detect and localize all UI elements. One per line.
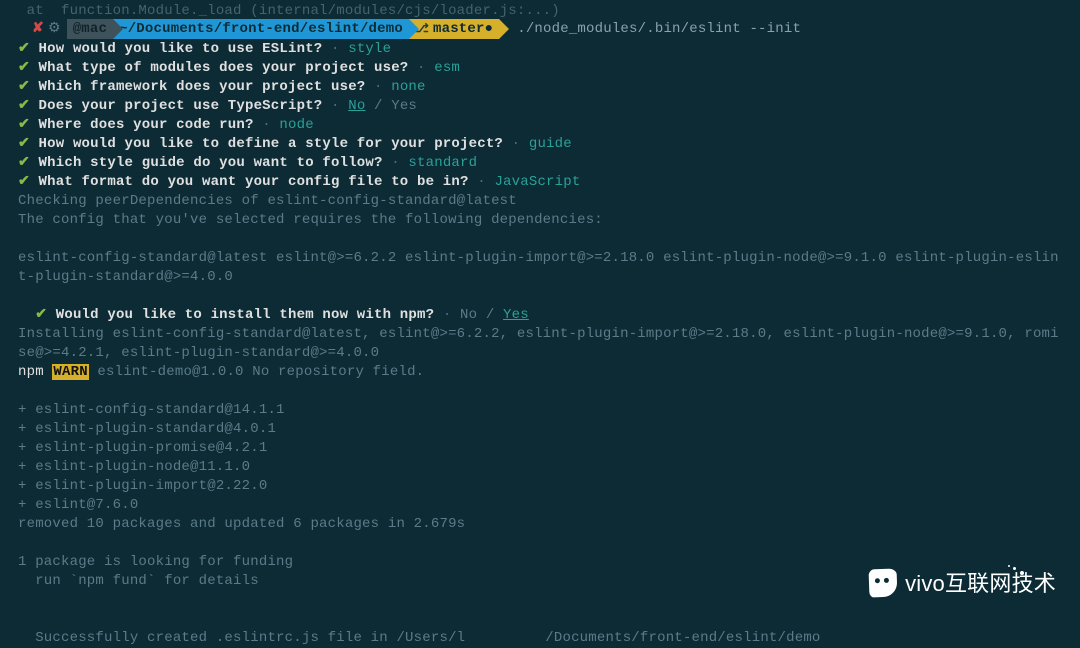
- cwd-segment: ~/Documents/front-end/eslint/demo: [113, 19, 409, 39]
- output-line: + eslint-plugin-standard@4.0.1: [18, 420, 1062, 439]
- prompt-question: Which framework does your project use?: [39, 79, 366, 95]
- output-line: removed 10 packages and updated 6 packag…: [18, 515, 1062, 534]
- redacted-text: [515, 631, 545, 643]
- npm-label: npm: [18, 364, 44, 380]
- output-line: + eslint-plugin-promise@4.2.1: [18, 439, 1062, 458]
- prompt-answer: node: [279, 117, 313, 133]
- prompt-line: ✔ Does your project use TypeScript? · No…: [18, 97, 1062, 116]
- watermark: vivo互联网技术: [869, 569, 1056, 597]
- option-yes[interactable]: Yes: [503, 307, 529, 323]
- close-icon: ✘: [32, 20, 44, 39]
- prompt-question: How would you like to define a style for…: [39, 136, 503, 152]
- prompt-line: ✔ How would you like to use ESLint? · st…: [18, 40, 1062, 59]
- watermark-text: vivo互联网技术: [905, 574, 1056, 593]
- output-line: + eslint@7.6.0: [18, 496, 1062, 515]
- check-icon: ✔: [18, 155, 39, 171]
- prompt-line: ✔ Would you like to install them now wit…: [18, 287, 1062, 325]
- prompt-line: ✔ What format do you want your config fi…: [18, 173, 1062, 192]
- prompt-question: Where does your code run?: [39, 117, 254, 133]
- warn-text: eslint-demo@1.0.0 No repository field.: [89, 364, 424, 380]
- check-icon: ✔: [18, 79, 39, 95]
- check-icon: ✔: [18, 117, 39, 133]
- prompt-line: ✔ Which style guide do you want to follo…: [18, 154, 1062, 173]
- output-line: + eslint-plugin-import@2.22.0: [18, 477, 1062, 496]
- check-icon: ✔: [35, 307, 56, 323]
- prompt-answer: style: [348, 41, 391, 57]
- output-line: + eslint-plugin-node@11.1.0: [18, 458, 1062, 477]
- prompt-answer: standard: [408, 155, 477, 171]
- prompt-line: ✔ Where does your code run? · node: [18, 116, 1062, 135]
- chat-dots-icon: [1006, 565, 1026, 577]
- prompt-answer: guide: [529, 136, 572, 152]
- arrow-icon: [499, 19, 509, 39]
- output-line: Successfully created .eslintrc.js file i…: [18, 610, 1062, 648]
- check-icon: ✔: [18, 41, 39, 57]
- git-dirty-icon: ●: [485, 20, 494, 39]
- cut-off-line: at function.Module._load (internal/modul…: [18, 2, 1062, 21]
- arrow-icon: [113, 19, 123, 39]
- wechat-icon: [869, 569, 898, 598]
- prompt-question: How would you like to use ESLint?: [39, 41, 323, 57]
- output-line: + eslint-config-standard@14.1.1: [18, 401, 1062, 420]
- prompt-answer: JavaScript: [494, 174, 580, 190]
- output-line: eslint-config-standard@latest eslint@>=6…: [18, 249, 1062, 287]
- check-icon: ✔: [18, 60, 39, 76]
- redacted-text: [465, 631, 515, 643]
- branch-name: master: [433, 20, 485, 39]
- prompt-question: Does your project use TypeScript?: [39, 98, 323, 114]
- output-line: Installing eslint-config-standard@latest…: [18, 325, 1062, 363]
- prompt-answer: none: [391, 79, 425, 95]
- user-host-segment: @mac: [67, 19, 113, 39]
- git-branch-segment: ⎇ master ●: [409, 19, 499, 39]
- npm-warn-line: npm WARN eslint-demo@1.0.0 No repository…: [18, 363, 1062, 382]
- gear-icon: ⚙: [48, 20, 61, 39]
- check-icon: ✔: [18, 174, 39, 190]
- option-no[interactable]: No: [460, 307, 477, 323]
- check-icon: ✔: [18, 136, 39, 152]
- prompt-question: What type of modules does your project u…: [39, 60, 409, 76]
- check-icon: ✔: [18, 98, 39, 114]
- output-line: The config that you've selected requires…: [18, 211, 1062, 230]
- prompt-question: What format do you want your config file…: [39, 174, 469, 190]
- option-no[interactable]: No: [348, 98, 365, 114]
- prompt-line: ✔ What type of modules does your project…: [18, 59, 1062, 78]
- prompt-line: ✔ How would you like to define a style f…: [18, 135, 1062, 154]
- warn-badge: WARN: [52, 364, 88, 380]
- arrow-icon: [409, 19, 419, 39]
- prompt-answer: esm: [434, 60, 460, 76]
- option-yes[interactable]: Yes: [391, 98, 417, 114]
- command-text: ./node_modules/.bin/eslint --init: [509, 20, 801, 39]
- output-line: Checking peerDependencies of eslint-conf…: [18, 192, 1062, 211]
- prompt-question: Would you like to install them now with …: [56, 307, 434, 323]
- prompt-question: Which style guide do you want to follow?: [39, 155, 383, 171]
- shell-prompt-bar: ✘ ⚙ @mac ~/Documents/front-end/eslint/de…: [18, 19, 1062, 39]
- prompt-line: ✔ Which framework does your project use?…: [18, 78, 1062, 97]
